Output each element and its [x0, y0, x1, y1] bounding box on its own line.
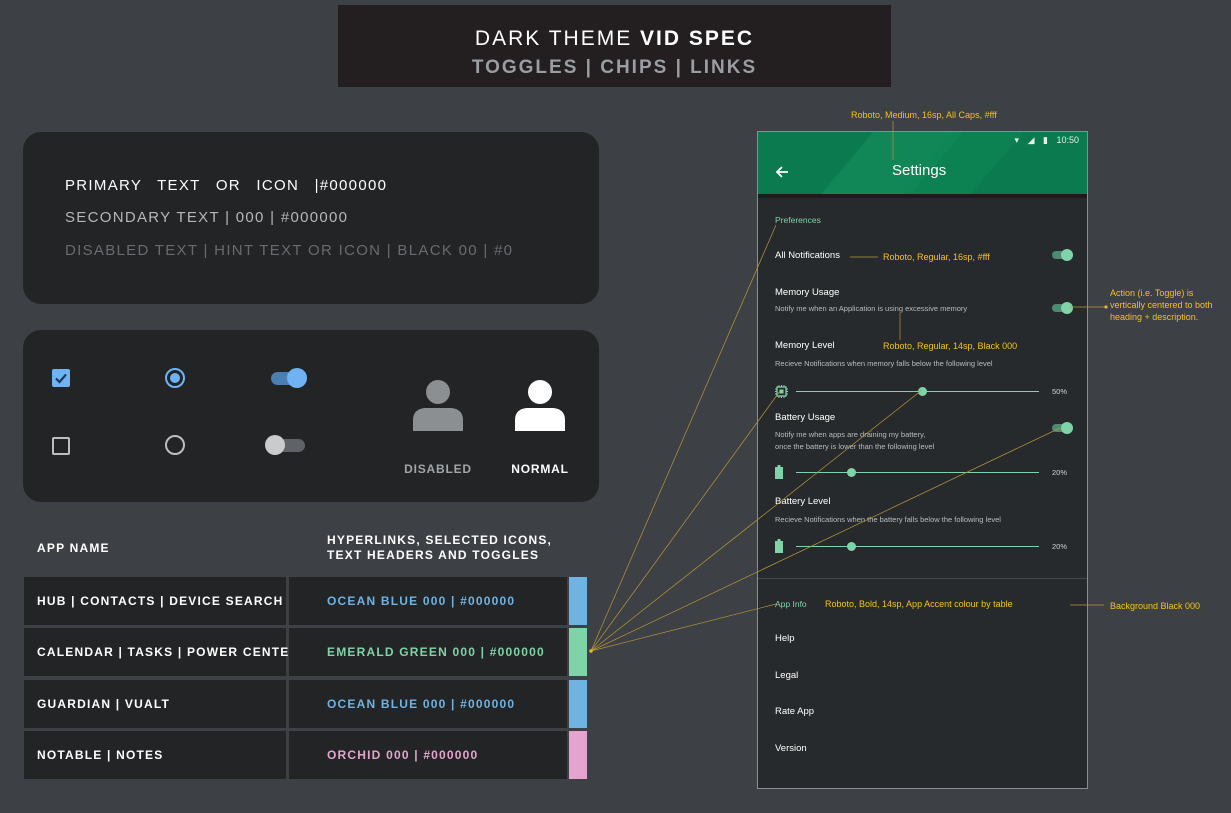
annotation-section-header: Roboto, Bold, 14sp, App Accent colour by… — [825, 599, 1013, 609]
annotation-item-title: Roboto, Regular, 16sp, #fff — [883, 252, 990, 262]
annotation-appbar-title: Roboto, Medium, 16sp, All Caps, #fff — [851, 110, 997, 120]
callout-lines — [589, 121, 1108, 653]
annotation-item-desc: Roboto, Regular, 14sp, Black 000 — [883, 341, 1018, 351]
annotation-background: Background Black 000 — [1110, 601, 1201, 611]
annotation-action: Action (i.e. Toggle) is vertically cente… — [1110, 288, 1213, 322]
